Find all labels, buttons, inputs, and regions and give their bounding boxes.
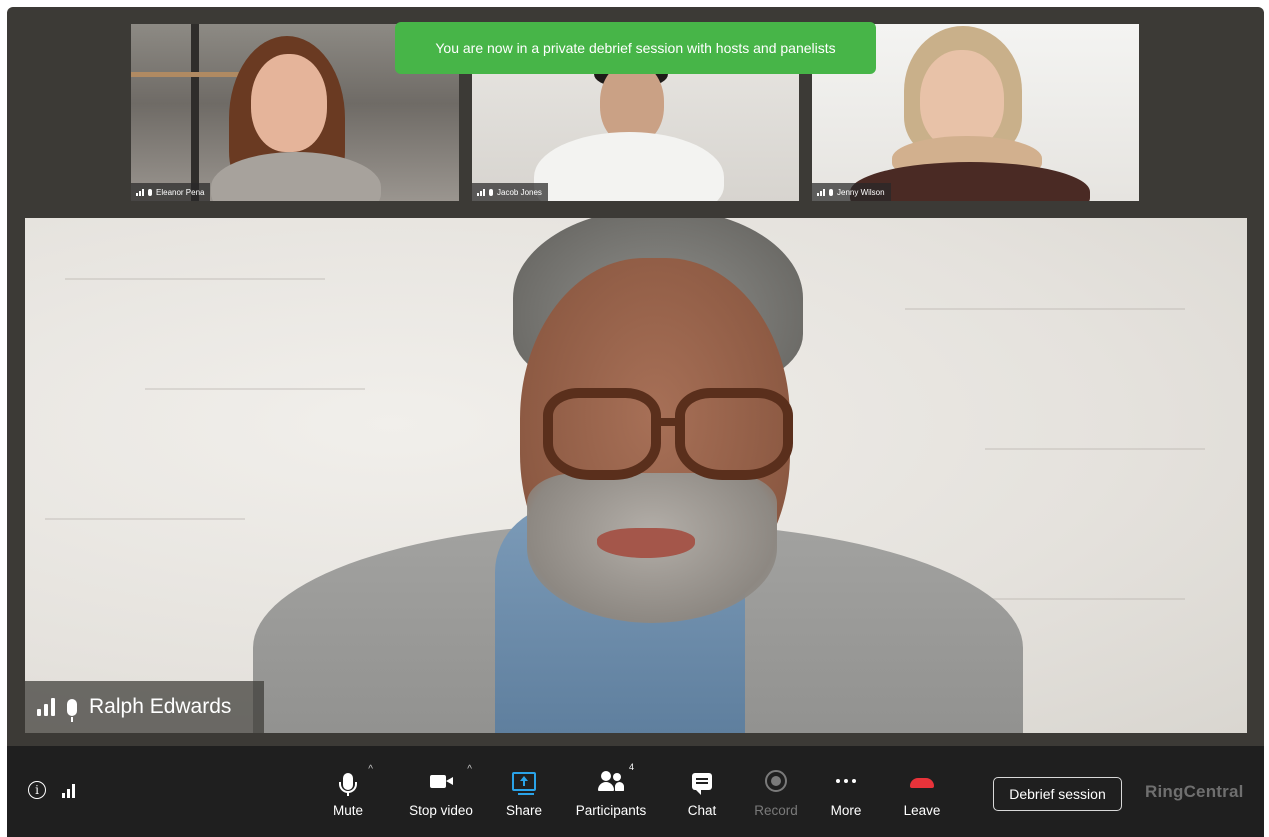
speaker-glasses-left-lens bbox=[543, 388, 661, 480]
banner-text: You are now in a private debrief session… bbox=[435, 40, 836, 56]
shelf-board bbox=[131, 72, 251, 77]
participant-face bbox=[251, 54, 327, 152]
share-label: Share bbox=[505, 803, 543, 818]
speaker-name: Ralph Edwards bbox=[89, 695, 232, 718]
wall-texture bbox=[65, 278, 325, 280]
main-speaker-video[interactable]: Ralph Edwards bbox=[25, 218, 1247, 733]
speaker-name-tag: Ralph Edwards bbox=[25, 681, 264, 733]
speaker-glasses-bridge bbox=[655, 418, 681, 426]
participants-button[interactable]: 4 Participants bbox=[566, 762, 656, 818]
wall-texture bbox=[145, 388, 365, 390]
phone-hangup-icon bbox=[910, 778, 934, 788]
brand-logo: RingCentral bbox=[1145, 782, 1244, 801]
screen-share-icon bbox=[512, 771, 536, 795]
chevron-up-icon[interactable]: ^ bbox=[467, 764, 472, 775]
participant-name: Jenny Wilson bbox=[837, 187, 885, 197]
participant-name: Jacob Jones bbox=[497, 187, 542, 197]
speaker-mouth bbox=[597, 528, 695, 558]
leave-button[interactable]: Leave bbox=[877, 766, 967, 818]
toolbar-left-group: i bbox=[28, 781, 75, 799]
ellipsis-icon bbox=[836, 779, 856, 783]
participant-name: Eleanor Pena bbox=[156, 187, 205, 197]
chat-label: Chat bbox=[687, 803, 717, 818]
info-icon[interactable]: i bbox=[28, 781, 46, 799]
signal-icon bbox=[477, 188, 485, 196]
mute-button[interactable]: ^ Mute bbox=[303, 764, 393, 818]
participant-name-tag: Jenny Wilson bbox=[812, 183, 891, 201]
meeting-toolbar: i ^ Mute ^ Stop video Share 4 Participan… bbox=[7, 746, 1264, 837]
signal-icon bbox=[37, 698, 55, 716]
chat-bubble-icon bbox=[692, 772, 712, 795]
microphone-icon bbox=[148, 188, 152, 196]
people-icon bbox=[598, 771, 624, 791]
leave-label: Leave bbox=[903, 803, 941, 818]
wall-texture bbox=[985, 448, 1205, 450]
meeting-window: Eleanor Pena Jacob Jones Jenny Wilson Yo… bbox=[7, 7, 1264, 837]
speaker-glasses-right-lens bbox=[675, 388, 793, 480]
share-button[interactable]: Share bbox=[479, 766, 569, 818]
video-camera-icon bbox=[430, 774, 453, 788]
signal-icon bbox=[817, 188, 825, 196]
participant-name-tag: Jacob Jones bbox=[472, 183, 548, 201]
wall-texture bbox=[905, 308, 1185, 310]
participants-count-badge: 4 bbox=[628, 762, 634, 772]
signal-icon[interactable] bbox=[62, 783, 75, 798]
mute-label: Mute bbox=[332, 803, 363, 818]
participant-face bbox=[920, 50, 1004, 150]
debrief-session-button[interactable]: Debrief session bbox=[993, 777, 1122, 811]
chevron-up-icon[interactable]: ^ bbox=[368, 764, 373, 775]
microphone-icon bbox=[829, 188, 833, 196]
stop-video-button[interactable]: ^ Stop video bbox=[396, 764, 486, 818]
record-label: Record bbox=[754, 803, 798, 818]
stop-video-label: Stop video bbox=[409, 803, 473, 818]
participants-label: Participants bbox=[575, 803, 647, 818]
participant-body bbox=[534, 132, 724, 201]
record-icon bbox=[765, 770, 787, 792]
wall-texture bbox=[45, 518, 245, 520]
signal-icon bbox=[136, 188, 144, 196]
microphone-icon bbox=[339, 772, 357, 796]
bookshelf bbox=[191, 24, 199, 201]
more-label: More bbox=[830, 803, 862, 818]
participant-name-tag: Eleanor Pena bbox=[131, 183, 211, 201]
debrief-notification-banner: You are now in a private debrief session… bbox=[395, 22, 876, 74]
microphone-icon bbox=[489, 188, 493, 196]
microphone-icon bbox=[67, 698, 77, 722]
